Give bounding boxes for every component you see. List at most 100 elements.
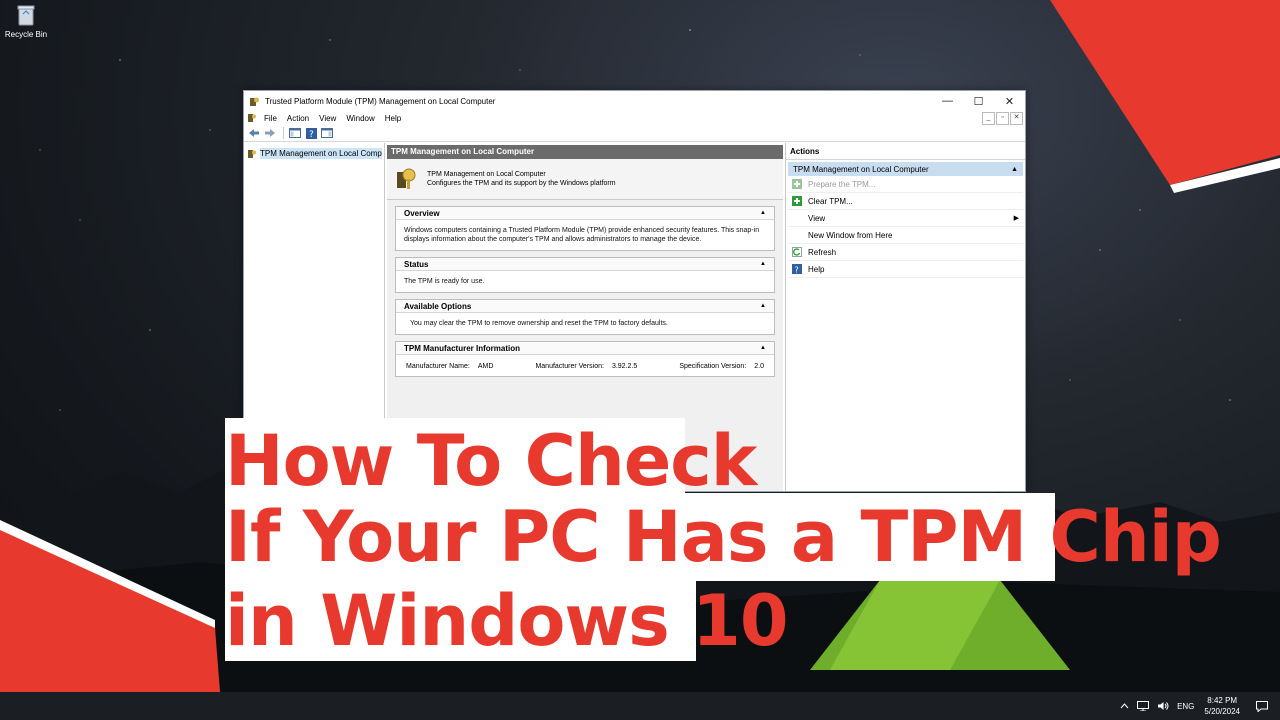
action-clear-tpm[interactable]: Clear TPM... (788, 193, 1023, 210)
maximize-button[interactable]: ☐ (963, 91, 994, 111)
close-button[interactable]: ✕ (994, 91, 1025, 111)
actions-group-header[interactable]: TPM Management on Local Computer ▲ (788, 162, 1023, 176)
recycle-bin-shortcut[interactable]: Recycle Bin (4, 4, 48, 39)
recycle-bin-icon (17, 5, 35, 26)
available-options-section: Available Options ▲ You may clear the TP… (395, 299, 775, 335)
action-view[interactable]: View ▶ (788, 210, 1023, 227)
action-prepare-tpm[interactable]: Prepare the TPM... (788, 176, 1023, 193)
action-label: New Window from Here (808, 230, 893, 240)
back-arrow-icon (249, 129, 259, 137)
actions-pane: Actions TPM Management on Local Computer… (786, 143, 1025, 491)
menu-help[interactable]: Help (380, 114, 406, 123)
manufacturer-name-value: AMD (477, 363, 494, 370)
results-pane-header: TPM Management on Local Computer (387, 145, 783, 159)
menu-action[interactable]: Action (282, 114, 314, 123)
red-corner-shape-bottom-left (0, 520, 220, 692)
show-hide-console-tree-button[interactable] (288, 127, 302, 139)
manufacturer-version-field: Manufacturer Version: 3.92.2.5 (535, 363, 637, 370)
show-hidden-icons-button[interactable] (1120, 703, 1129, 709)
inner-restore-button[interactable]: ▫ (996, 111, 1009, 125)
status-section-header[interactable]: Status ▲ (396, 258, 774, 271)
specification-version-field: Specification Version: 2.0 (679, 363, 764, 370)
menu-window[interactable]: Window (341, 114, 379, 123)
language-indicator[interactable]: ENG (1177, 702, 1194, 711)
action-label: View (808, 213, 826, 223)
available-options-text: You may clear the TPM to remove ownershi… (410, 320, 668, 327)
window-title: Trusted Platform Module (TPM) Management… (265, 96, 496, 106)
network-icon[interactable] (1137, 701, 1150, 711)
notification-center-button[interactable] (1254, 698, 1270, 714)
action-label: Refresh (808, 247, 837, 257)
actions-header: Actions (786, 145, 1025, 160)
prepare-tpm-icon (792, 179, 802, 189)
forward-arrow-icon (265, 129, 275, 137)
action-new-window[interactable]: New Window from Here (788, 227, 1023, 244)
submenu-arrow-icon: ▶ (1013, 215, 1019, 222)
specification-version-label: Specification Version: (679, 363, 747, 370)
snapin-banner: TPM Management on Local Computer Configu… (387, 159, 783, 200)
tpm-chip-icon (250, 97, 259, 106)
manufacturer-info-title: TPM Manufacturer Information (404, 343, 521, 353)
manufacturer-info-section: TPM Manufacturer Information ▲ Manufactu… (395, 341, 775, 377)
action-label: Prepare the TPM... (808, 179, 876, 189)
refresh-icon (792, 247, 802, 257)
tpm-key-icon (397, 168, 416, 189)
collapse-icon[interactable]: ▲ (760, 345, 766, 351)
menu-view[interactable]: View (314, 114, 341, 123)
svg-text:?: ? (309, 130, 314, 139)
manufacturer-version-label: Manufacturer Version: (535, 363, 604, 370)
clock[interactable]: 8:42 PM 5/20/2024 (1204, 695, 1240, 717)
manufacturer-name-field: Manufacturer Name: AMD (406, 363, 493, 370)
specification-version-value: 2.0 (754, 363, 764, 370)
status-title: Status (404, 259, 429, 269)
inner-close-button[interactable]: ✕ (1010, 111, 1023, 125)
status-text: The TPM is ready for use. (404, 278, 485, 285)
status-section: Status ▲ The TPM is ready for use. (395, 257, 775, 293)
title-bar[interactable]: Trusted Platform Module (TPM) Management… (244, 91, 1025, 111)
action-pane-icon (321, 128, 333, 138)
action-help[interactable]: ? Help (788, 261, 1023, 278)
actions-group-label: TPM Management on Local Computer (793, 164, 929, 174)
help-icon: ? (305, 127, 317, 139)
clear-tpm-icon (792, 196, 802, 206)
clock-date: 5/20/2024 (1204, 707, 1240, 716)
menu-file[interactable]: File (259, 114, 282, 123)
action-label: Help (808, 264, 825, 274)
green-tent-image (770, 580, 1190, 700)
overview-section-header[interactable]: Overview ▲ (396, 207, 774, 220)
manufacturer-info-section-header[interactable]: TPM Manufacturer Information ▲ (396, 342, 774, 355)
manufacturer-version-value: 3.92.2.5 (611, 363, 638, 370)
taskbar: ENG 8:42 PM 5/20/2024 (0, 692, 1280, 720)
headline-line-2: If Your PC Has a TPM Chip (225, 493, 1222, 581)
overview-section: Overview ▲ Windows computers containing … (395, 206, 775, 251)
available-options-section-header[interactable]: Available Options ▲ (396, 300, 774, 313)
forward-button[interactable] (263, 127, 277, 139)
available-options-title: Available Options (404, 301, 472, 311)
overview-title: Overview (404, 208, 440, 218)
help-button[interactable]: ? (304, 127, 318, 139)
collapse-icon[interactable]: ▲ (760, 261, 766, 267)
collapse-icon[interactable]: ▲ (1011, 166, 1018, 173)
collapse-icon[interactable]: ▲ (760, 303, 766, 309)
toolbar: ? (244, 125, 1025, 142)
console-icon (248, 114, 256, 122)
banner-title: TPM Management on Local Computer (427, 171, 546, 178)
help-icon: ? (792, 264, 802, 274)
action-label: Clear TPM... (808, 196, 853, 206)
collapse-icon[interactable]: ▲ (760, 210, 766, 216)
overview-text: Windows computers containing a Trusted P… (404, 227, 760, 243)
action-refresh[interactable]: Refresh (788, 244, 1023, 261)
volume-icon[interactable] (1157, 701, 1169, 711)
tree-node-label: TPM Management on Local Comp (260, 148, 382, 159)
clock-time: 8:42 PM (1207, 696, 1238, 705)
menu-bar: File Action View Window Help _ ▫ ✕ (244, 111, 1025, 125)
show-hide-action-pane-button[interactable] (320, 127, 334, 139)
manufacturer-name-label: Manufacturer Name: (406, 363, 470, 370)
inner-minimize-button[interactable]: _ (982, 111, 995, 125)
back-button[interactable] (247, 127, 261, 139)
headline-line-1: How To Check (225, 418, 757, 502)
tpm-chip-icon (248, 149, 256, 158)
notification-icon (1256, 700, 1268, 712)
tree-node-tpm-management[interactable]: TPM Management on Local Comp (244, 148, 384, 159)
minimize-button[interactable]: — (932, 91, 963, 111)
